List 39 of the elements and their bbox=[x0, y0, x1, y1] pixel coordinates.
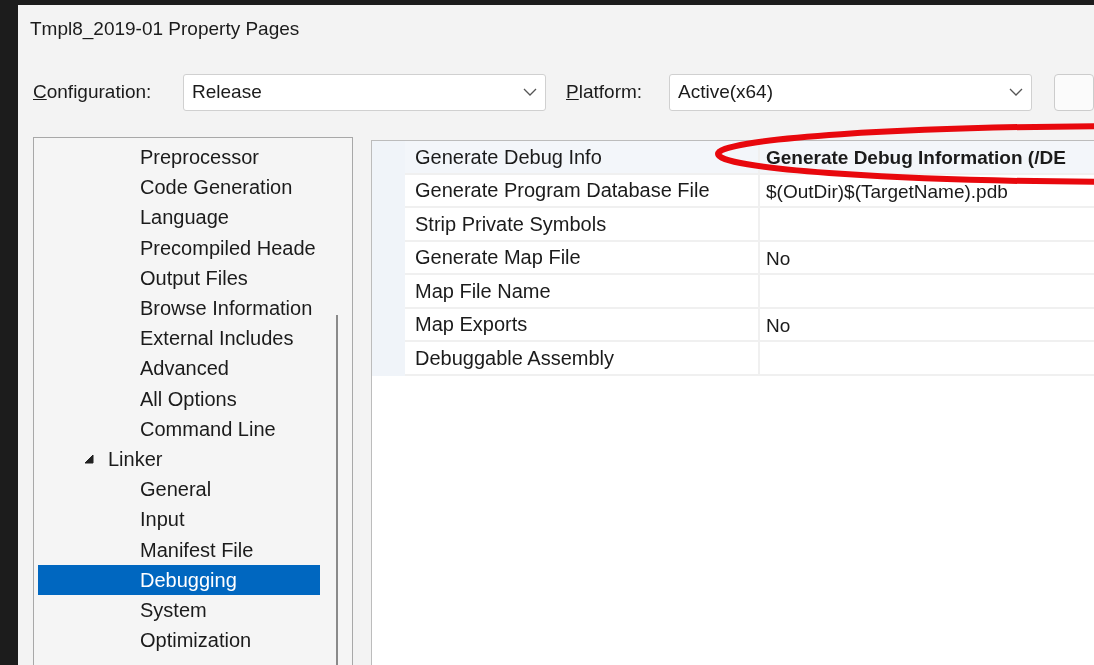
property-value[interactable]: No bbox=[760, 308, 1094, 342]
tree-item[interactable]: Optimization bbox=[38, 625, 320, 656]
tree-item[interactable]: Code Generation bbox=[38, 172, 320, 203]
tree-item[interactable]: Input bbox=[38, 504, 320, 535]
tree-item[interactable]: External Includes bbox=[38, 323, 320, 354]
manager-button[interactable] bbox=[1054, 73, 1094, 111]
property-name[interactable]: Generate Map File bbox=[405, 241, 760, 275]
tree-item[interactable]: General bbox=[38, 474, 320, 505]
row-gutter bbox=[372, 342, 405, 376]
tree-item[interactable]: Preprocessor bbox=[38, 142, 320, 173]
chevron-icon bbox=[1009, 88, 1023, 96]
tree-item[interactable]: Command Line bbox=[38, 413, 320, 444]
property-name[interactable]: Strip Private Symbols bbox=[405, 208, 760, 242]
configuration-label: Configuration: bbox=[33, 79, 153, 104]
platform-dropdown[interactable]: Active(x64) bbox=[668, 73, 1032, 111]
property-value[interactable]: $(OutDir)$(TargetName).pdb bbox=[760, 174, 1094, 208]
property-name[interactable]: Generate Debug Info bbox=[405, 141, 760, 175]
tree-item[interactable]: Manifest File bbox=[38, 534, 320, 565]
window-title: Tmpl8_2019-01 Property Pages bbox=[29, 17, 301, 42]
tree-item[interactable]: Linker bbox=[38, 443, 320, 475]
property-value[interactable]: Generate Debug Information (/DE bbox=[760, 141, 1094, 175]
scrollbar[interactable] bbox=[336, 315, 338, 665]
tree-item[interactable]: Language bbox=[38, 202, 320, 233]
tree-item[interactable]: Precompiled Heade bbox=[38, 232, 320, 263]
property-value[interactable]: No bbox=[760, 241, 1094, 275]
property-name[interactable]: Debuggable Assembly bbox=[405, 342, 760, 376]
platform-label: Platform: bbox=[566, 79, 644, 104]
tree-item[interactable]: Browse Information bbox=[38, 292, 320, 324]
expanded-triangle-icon[interactable] bbox=[84, 453, 94, 464]
property-name[interactable]: Map File Name bbox=[405, 275, 760, 309]
tree-item[interactable]: Advanced bbox=[38, 353, 320, 384]
configuration-dropdown[interactable]: Release bbox=[183, 73, 547, 111]
property-name[interactable]: Generate Program Database File bbox=[405, 174, 760, 208]
tree-item[interactable]: Debugging bbox=[38, 564, 320, 595]
tree-item[interactable]: System bbox=[38, 594, 320, 625]
tree-item[interactable]: Output Files bbox=[38, 262, 320, 293]
property-name[interactable]: Map Exports bbox=[405, 308, 760, 342]
chevron-icon bbox=[523, 88, 538, 96]
tree-item[interactable]: All Options bbox=[38, 383, 320, 414]
